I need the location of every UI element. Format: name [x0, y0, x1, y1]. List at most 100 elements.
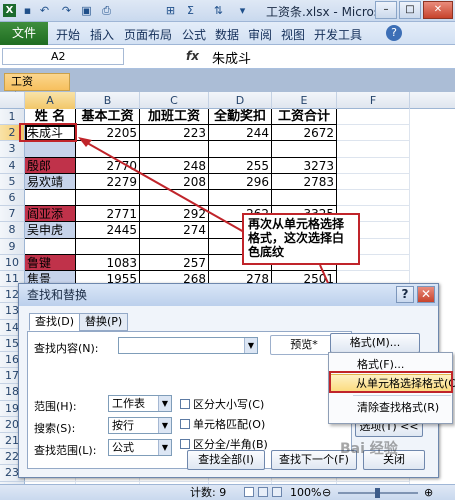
- column-title-cell[interactable]: 全勤奖扣: [209, 109, 272, 126]
- chevron-down-icon[interactable]: ▼: [158, 396, 171, 411]
- row-header-10[interactable]: 10: [0, 254, 25, 271]
- table-cell[interactable]: 2770: [76, 157, 140, 174]
- table-cell[interactable]: [76, 141, 140, 158]
- table-cell[interactable]: [76, 190, 140, 207]
- column-header-b[interactable]: B: [76, 92, 140, 109]
- table-cell[interactable]: [337, 190, 410, 207]
- table-cell[interactable]: 208: [140, 173, 209, 190]
- chevron-down-icon[interactable]: ▼: [244, 338, 257, 353]
- format-painter-icon[interactable]: ▣: [80, 4, 93, 17]
- row-header-7[interactable]: 7: [0, 206, 25, 223]
- function-icon[interactable]: fx: [186, 49, 199, 63]
- table-cell[interactable]: 296: [209, 173, 272, 190]
- column-header-c[interactable]: C: [140, 92, 209, 109]
- dialog-close-icon[interactable]: ✕: [417, 286, 435, 303]
- table-cell[interactable]: 2279: [76, 173, 140, 190]
- table-cell[interactable]: [25, 238, 76, 255]
- formula-input[interactable]: 朱成斗: [212, 48, 251, 67]
- column-header-f[interactable]: F: [337, 92, 410, 109]
- find-what-input[interactable]: ▼: [118, 337, 258, 354]
- zoom-slider-thumb[interactable]: [375, 488, 380, 498]
- maximize-button[interactable]: □: [399, 1, 421, 19]
- page-layout-view-icon[interactable]: [258, 487, 268, 497]
- row-header-8[interactable]: 8: [0, 222, 25, 239]
- menu-item-clear-format[interactable]: 清除查找格式(R): [329, 399, 452, 417]
- tab-home[interactable]: 开始: [56, 26, 80, 43]
- menu-item-choose-from-cell[interactable]: 从单元格选择格式(C): [329, 374, 455, 392]
- zoom-in-icon[interactable]: ⊕: [424, 485, 433, 500]
- within-select[interactable]: 工作表 ▼: [108, 395, 172, 412]
- column-header-e[interactable]: E: [272, 92, 337, 109]
- table-cell[interactable]: 殷郎: [25, 157, 76, 174]
- table-cell[interactable]: 2445: [76, 222, 140, 239]
- table-cell[interactable]: 292: [140, 206, 209, 223]
- table-cell[interactable]: [25, 141, 76, 158]
- table-cell[interactable]: 易欢靖: [25, 173, 76, 190]
- table-cell[interactable]: 2783: [272, 173, 337, 190]
- table-cell[interactable]: [209, 141, 272, 158]
- table-cell[interactable]: [140, 190, 209, 207]
- tab-view[interactable]: 视图: [281, 26, 305, 43]
- table-cell[interactable]: [209, 190, 272, 207]
- table-cell[interactable]: 248: [140, 157, 209, 174]
- table-cell[interactable]: [337, 141, 410, 158]
- table-cell[interactable]: 2672: [272, 125, 337, 142]
- sort-icon[interactable]: ⇅: [212, 4, 225, 17]
- zoom-out-icon[interactable]: ⊖: [322, 485, 331, 500]
- find-all-button[interactable]: 查找全部(I): [187, 450, 265, 470]
- table-cell[interactable]: [76, 238, 140, 255]
- table-cell[interactable]: [25, 190, 76, 207]
- normal-view-icon[interactable]: [244, 487, 254, 497]
- row-header-5[interactable]: 5: [0, 173, 25, 190]
- select-all-corner[interactable]: [0, 92, 25, 109]
- column-header-d[interactable]: D: [209, 92, 272, 109]
- undo-icon[interactable]: ↶: [38, 4, 51, 17]
- table-cell[interactable]: [272, 141, 337, 158]
- table-cell[interactable]: 244: [209, 125, 272, 142]
- tab-page-layout[interactable]: 页面布局: [124, 26, 172, 43]
- column-title-cell[interactable]: 加班工资: [140, 109, 209, 126]
- menu-item-format[interactable]: 格式(F)...: [329, 356, 452, 374]
- tab-find[interactable]: 查找(D): [29, 313, 81, 331]
- print-icon[interactable]: ⎙: [100, 4, 113, 17]
- match-case-checkbox[interactable]: 区分大小写(C): [180, 396, 264, 412]
- table-cell[interactable]: [337, 125, 410, 142]
- table-cell[interactable]: [140, 238, 209, 255]
- table-cell[interactable]: 1083: [76, 254, 140, 271]
- column-title-cell[interactable]: 基本工资: [76, 109, 140, 126]
- tab-developer[interactable]: 开发工具: [314, 26, 362, 43]
- borders-icon[interactable]: ⊞: [164, 4, 177, 17]
- tab-replace[interactable]: 替换(P): [79, 313, 129, 331]
- table-cell[interactable]: 2205: [76, 125, 140, 142]
- checkbox-box[interactable]: [180, 439, 190, 449]
- table-cell[interactable]: [272, 190, 337, 207]
- row-header-3[interactable]: 3: [0, 141, 25, 158]
- table-cell[interactable]: 255: [209, 157, 272, 174]
- row-header-9[interactable]: 9: [0, 238, 25, 255]
- zoom-level[interactable]: 100%: [290, 485, 321, 500]
- checkbox-box[interactable]: [180, 419, 190, 429]
- minimize-button[interactable]: –: [375, 1, 397, 19]
- row-header-2[interactable]: 2: [0, 125, 25, 142]
- search-select[interactable]: 按行 ▼: [108, 417, 172, 434]
- lookin-select[interactable]: 公式 ▼: [108, 439, 172, 456]
- customize-icon[interactable]: ▾: [236, 4, 249, 17]
- table-cell[interactable]: 鲁键: [25, 254, 76, 271]
- table-cell[interactable]: 274: [140, 222, 209, 239]
- table-cell[interactable]: [337, 173, 410, 190]
- tab-review[interactable]: 审阅: [248, 26, 272, 43]
- table-cell[interactable]: [337, 109, 410, 126]
- redo-icon[interactable]: ↷: [60, 4, 73, 17]
- row-header-6[interactable]: 6: [0, 190, 25, 207]
- column-title-cell[interactable]: 姓 名: [25, 109, 76, 126]
- table-cell[interactable]: 阎亚添: [25, 206, 76, 223]
- tab-insert[interactable]: 插入: [90, 26, 114, 43]
- sum-icon[interactable]: Σ: [184, 4, 197, 17]
- table-cell[interactable]: 257: [140, 254, 209, 271]
- table-cell[interactable]: 朱成斗: [25, 125, 76, 142]
- row-header-1[interactable]: 1: [0, 109, 25, 126]
- table-cell[interactable]: [140, 141, 209, 158]
- match-entire-checkbox[interactable]: 单元格匹配(O): [180, 416, 265, 432]
- chevron-down-icon[interactable]: ▼: [158, 418, 171, 433]
- save-icon[interactable]: ▪: [21, 4, 34, 17]
